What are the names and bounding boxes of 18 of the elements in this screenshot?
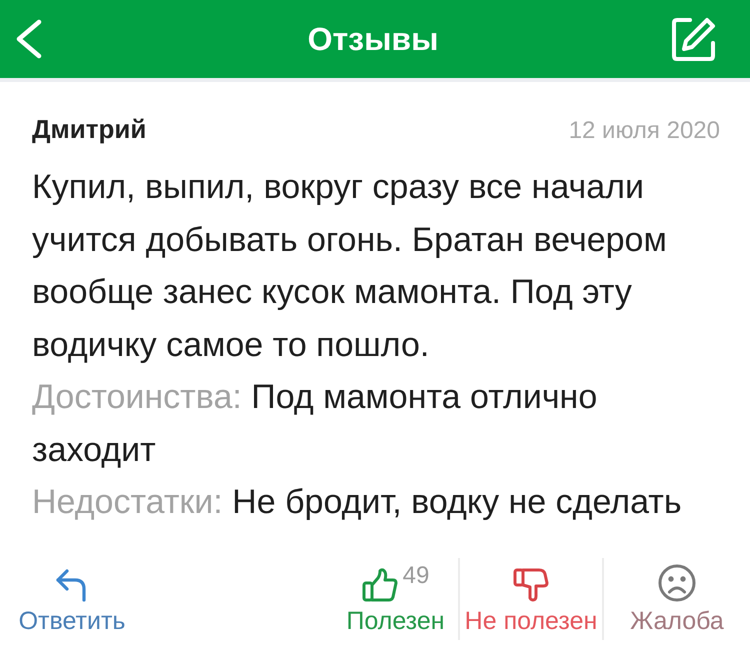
complaint-button[interactable]: Жалоба [606,558,748,640]
screen-title: Отзывы [308,20,438,58]
review-text: Купил, выпил, вокруг сразу все начали учится добывать огонь. Братан вечером вообще занес кусок мамонта. Под эту водичку самое то пошло. [32,167,668,366]
reply-button[interactable]: Ответить [16,558,128,640]
author-name: Дмитрий [32,114,146,145]
edit-icon [672,17,716,61]
write-review-button[interactable] [672,17,716,61]
thumbs-up-icon [362,568,398,602]
back-button[interactable] [14,19,44,59]
pros-text: Достоинства: Под мамонта отлично заходит [32,377,598,470]
sad-face-icon [658,564,696,602]
thumbs-down-icon [513,568,549,602]
helpful-button[interactable]: 49 Полезен [335,558,456,640]
helpful-count: 49 [402,562,430,590]
review-date: 12 июля 2020 [568,117,720,145]
cons-text: Недостатки: Не бродит, водку не сделать [32,482,683,523]
back-chevron-icon [14,19,44,59]
not-helpful-button[interactable]: Не полезен [462,558,600,640]
